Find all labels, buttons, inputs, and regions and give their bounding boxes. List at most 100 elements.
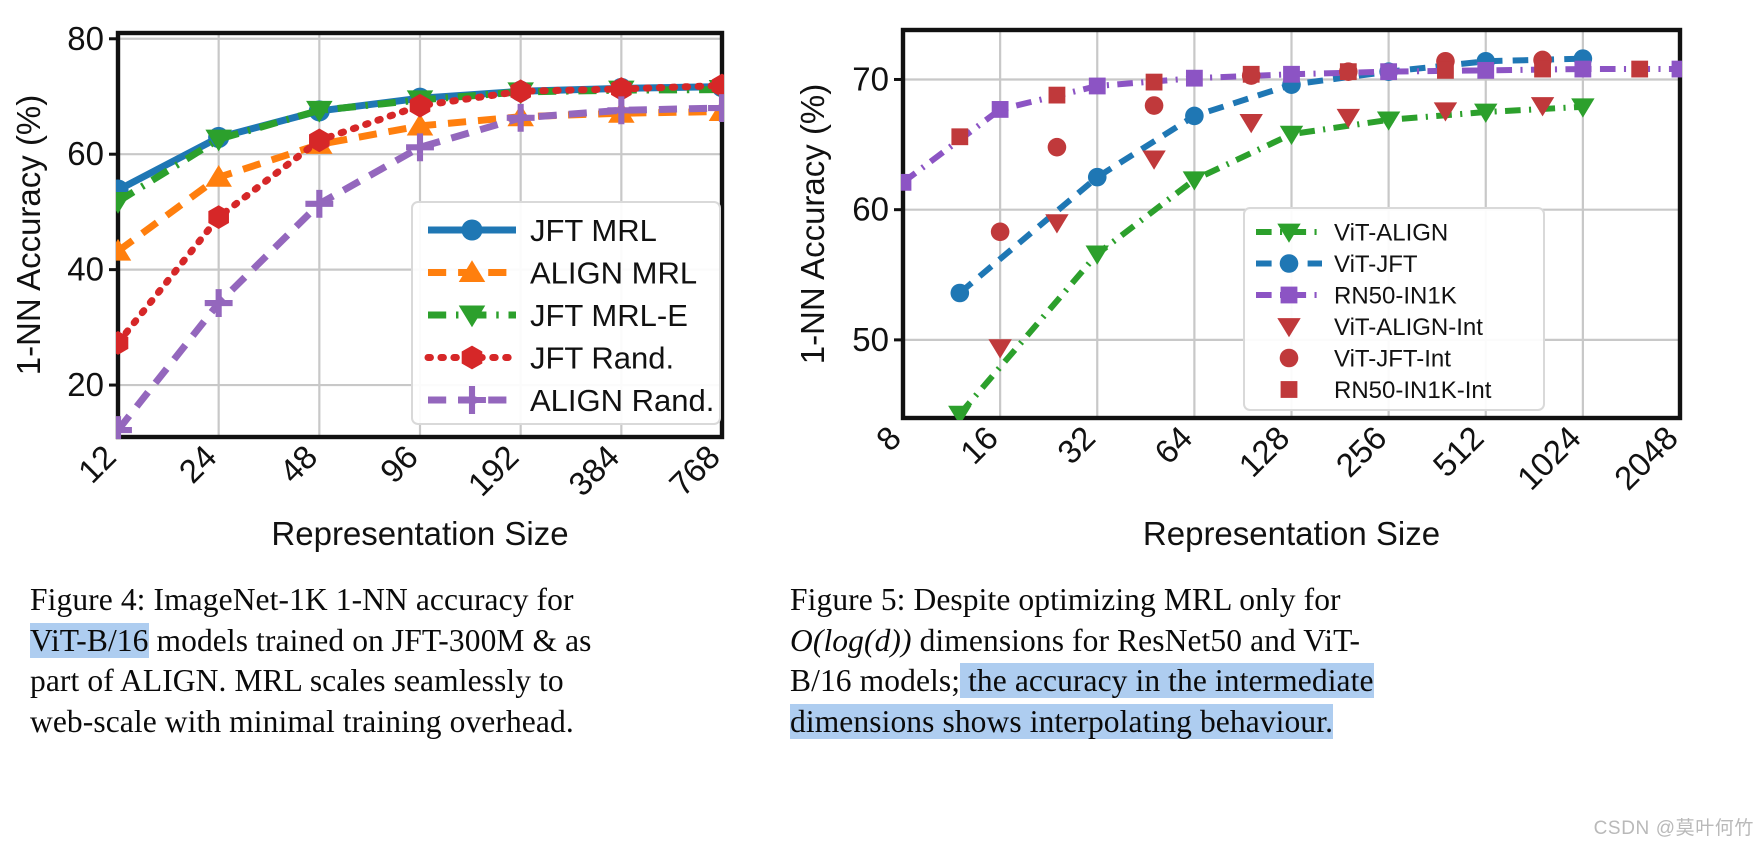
caption-text: O(log(d)) [790,622,912,658]
data-point-square [1048,86,1066,104]
y-tick-label: 60 [67,135,104,172]
caption-text: web-scale with minimal training overhead… [30,703,574,739]
x-tick-label: 512 [1426,419,1491,484]
data-point-circle [1185,106,1204,126]
data-point-triangle-down [1279,125,1304,145]
x-tick-label: 192 [461,438,526,503]
data-point-circle [1047,137,1067,157]
caption-text: Figure 4: ImageNet-1K 1-NN accuracy for [30,582,574,617]
data-point-circle [1144,96,1164,115]
data-point-square [1380,63,1398,81]
x-tick-label: 24 [171,438,223,490]
data-point-plus [305,189,334,218]
data-point-square [1631,60,1649,78]
data-point-square [991,101,1009,118]
figure-page: 20 40 60 80 12 24 48 96 192 384 768 1-NN Accuracy (… [0,0,1762,846]
data-point-triangle-down [948,405,972,420]
caption-line: web-scale with minimal training overhead… [30,702,750,743]
data-point-square [1477,61,1495,79]
caption-text: Figure 5: Despite optimizing MRL only fo… [790,582,1341,617]
x-axis-label: Representation Size [271,515,568,552]
x-tick-label: 128 [1231,419,1296,484]
caption-highlight: dimensions shows interpolating behaviour… [790,703,1334,739]
data-point-square [1283,65,1300,83]
legend-label: RN50-IN1K [1334,282,1457,309]
legend-label: ViT-JFT [1334,251,1418,278]
y-axis-label: 1-NN Accuracy (%) [10,95,47,376]
legend-label: ViT-ALIGN-Int [1334,314,1483,341]
data-point-triangle-down [1045,214,1069,234]
legend-label: JFT MRL-E [530,298,688,333]
data-point-square [1145,73,1163,91]
data-point-triangle-down [1085,245,1109,265]
y-axis-label: 1-NN Accuracy (%) [794,84,831,365]
data-point-square [1534,60,1551,78]
caption-text: part of ALIGN. MRL scales seamlessly to [30,663,564,698]
legend-label: JFT MRL [530,213,657,248]
y-tick-label: 70 [852,60,889,97]
figure-5-plot-area: 50 60 70 8 16 32 64 128 256 512 1024 2048 1-NN Accur… [790,0,1762,570]
y-tick-label: 50 [852,321,889,358]
figure-5-caption: Figure 5: Despite optimizing MRL only fo… [790,580,1750,742]
data-point-circle [1087,167,1107,187]
y-tick-label: 80 [67,20,104,57]
x-tick-label: 2048 [1607,419,1685,497]
legend-label: RN50-IN1K-Int [1334,377,1492,404]
caption-line: Figure 4: ImageNet-1K 1-NN accuracy for [30,580,750,621]
x-tick-label: 384 [561,438,626,503]
data-point-square [901,173,912,191]
x-tick-label: 96 [373,438,425,490]
data-point-circle [950,283,970,303]
legend-label: ALIGN MRL [530,255,697,290]
figure-5-column: 50 60 70 8 16 32 64 128 256 512 1024 2048 1-NN Accur… [790,0,1762,739]
y-tick-label: 40 [67,251,104,288]
caption-line: dimensions shows interpolating behaviour… [790,702,1750,743]
data-point-square [1242,65,1260,83]
caption-line: B/16 models; the accuracy in the interme… [790,661,1750,702]
caption-highlight: the accuracy in the intermediate [960,663,1374,698]
data-point-triangle-down [116,192,132,214]
data-point-square [1088,77,1106,95]
data-point-square [1280,381,1298,398]
x-tick-label: 12 [71,438,123,490]
data-point-square [951,128,969,146]
x-tick-label: 16 [953,419,1005,471]
x-tick-label: 64 [1147,419,1199,471]
x-tick-label: 8 [869,419,908,458]
data-point-triangle-down [1142,150,1166,170]
x-tick-label: 48 [272,438,324,490]
data-point-square [1574,60,1592,78]
legend-item[interactable]: ALIGN Rand. [428,383,714,418]
csdn-watermark: CSDN @莫叶何竹 [1593,818,1754,839]
caption-text: B/16 models; [790,663,961,698]
x-axis-label: Representation Size [1143,515,1440,552]
figure-5-chart: 50 60 70 8 16 32 64 128 256 512 1024 2048 1-NN Accur… [794,27,1685,552]
data-point-square [1671,60,1682,78]
caption-line: Figure 5: Despite optimizing MRL only fo… [790,580,1750,621]
data-point-plus [204,289,233,318]
figure-4-chart: 20 40 60 80 12 24 48 96 192 384 768 1-NN Accuracy (… [10,20,727,552]
data-point-circle [1279,348,1299,368]
legend-label: ViT-JFT-Int [1334,345,1451,372]
legend-label: ViT-ALIGN [1334,219,1448,246]
data-point-square [1280,286,1298,304]
data-point-circle [1279,254,1299,273]
caption-text: dimensions for ResNet50 and ViT- [911,622,1361,658]
data-point-circle [461,219,483,241]
legend: JFT MRL ALIGN MRL JFT MRL-E JFT Rand. ALIGN … [411,201,721,425]
data-point-triangle-down [1239,114,1263,134]
legend-label: ALIGN Rand. [530,383,714,418]
y-tick-label: 60 [852,191,889,228]
figure-4-caption: Figure 4: ImageNet-1K 1-NN accuracy for V… [30,580,750,742]
y-tick-label: 20 [67,366,104,403]
data-point-square [1339,63,1357,81]
x-tick-label: 32 [1050,419,1102,471]
data-point-plus [406,133,434,162]
data-point-square [1185,69,1203,87]
legend-label: JFT Rand. [530,340,674,375]
caption-line: ViT-B/16 models trained on JFT-300M & as [30,621,750,662]
x-tick-label: 1024 [1510,419,1588,497]
caption-line: O(log(d)) dimensions for ResNet50 and Vi… [790,621,1750,662]
data-point-circle [990,222,1010,242]
data-point-plus [506,103,535,132]
